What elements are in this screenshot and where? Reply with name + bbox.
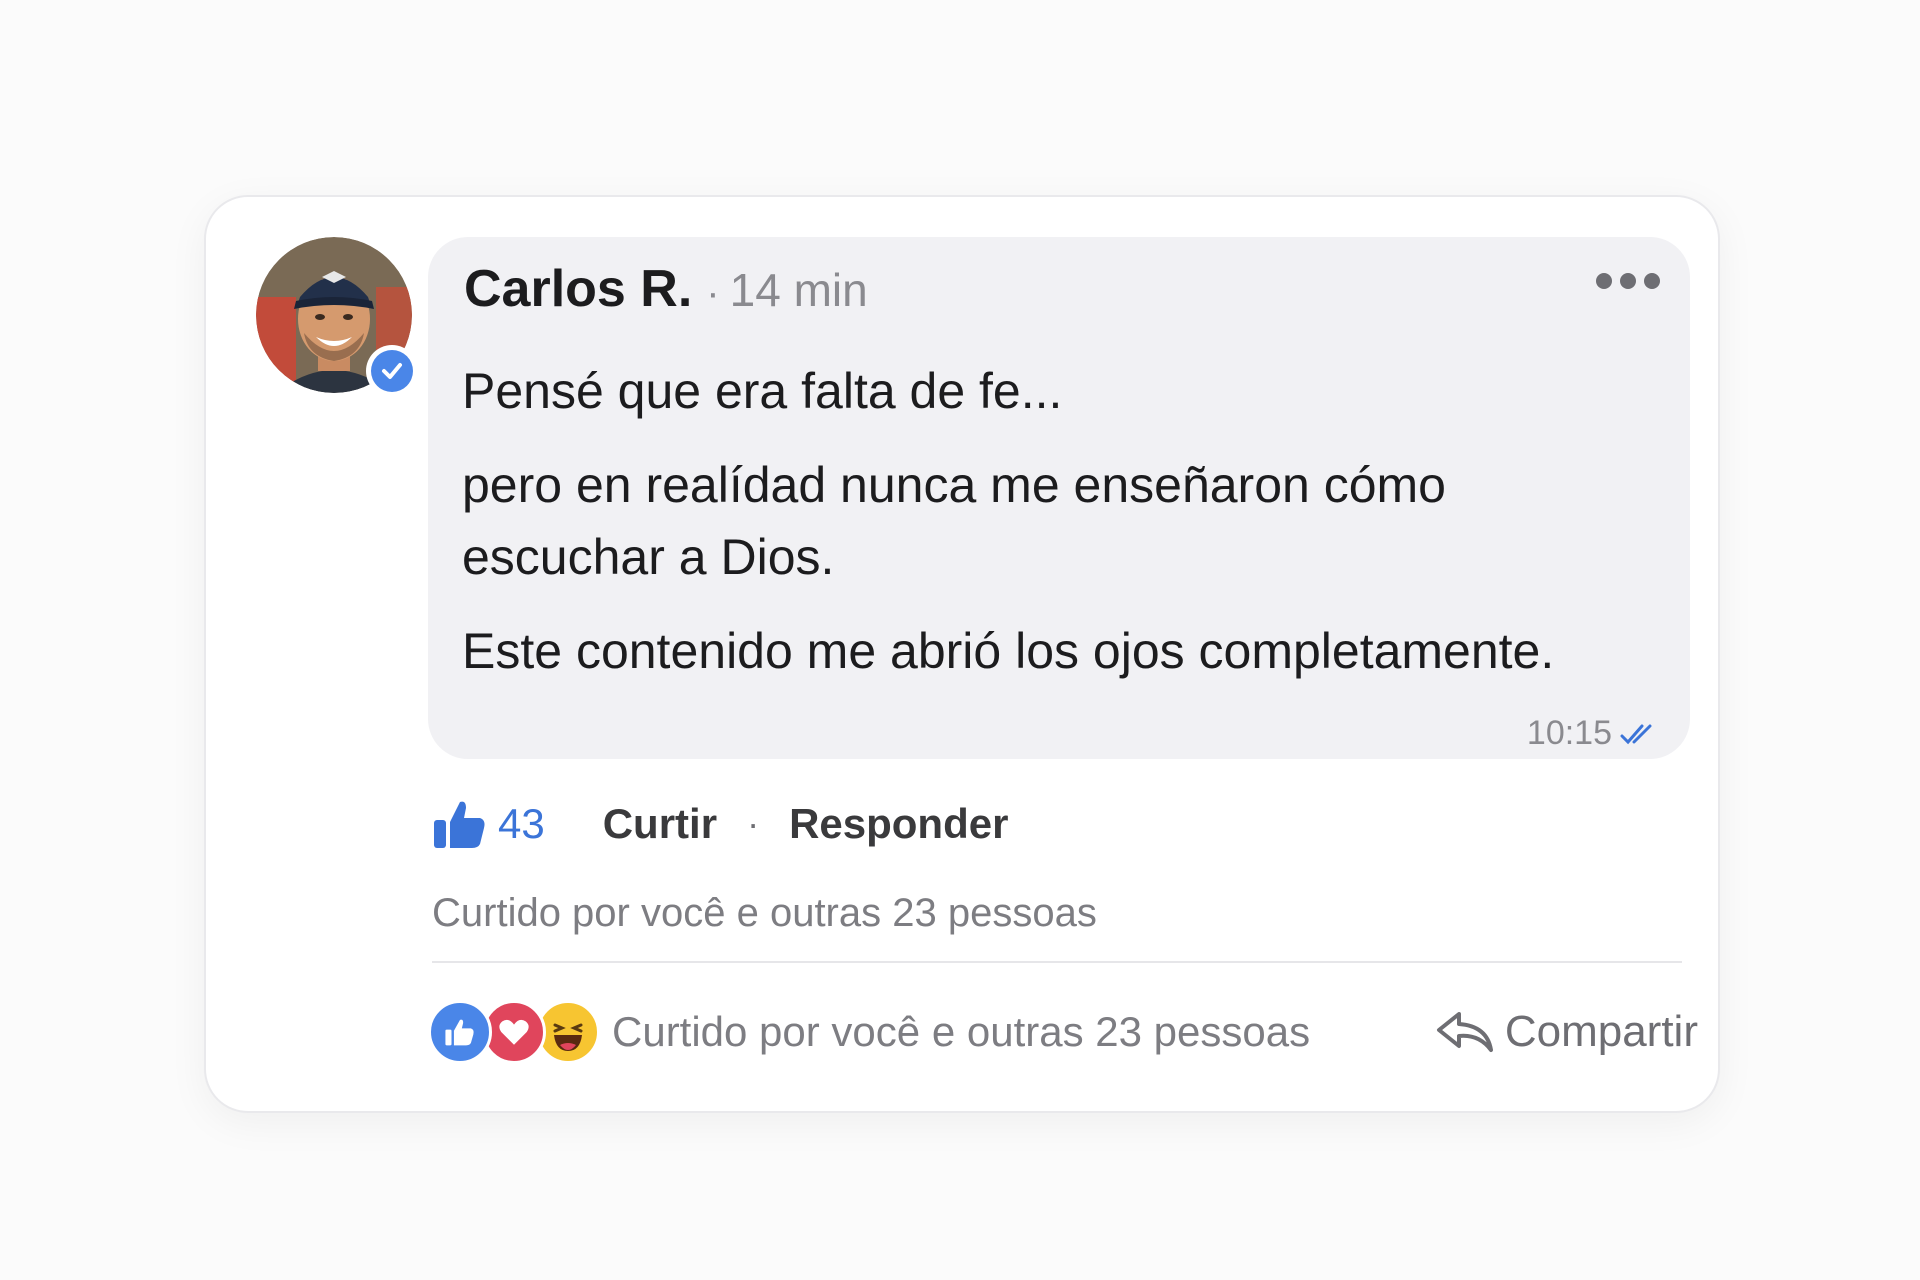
liked-by-text[interactable]: Curtido por você e outras 23 pessoas [432, 891, 1097, 936]
more-options-icon[interactable] [1596, 273, 1660, 289]
share-arrow-icon [1436, 1012, 1493, 1052]
footer-liked-by-text[interactable]: Curtido por você e outras 23 pessoas [612, 1008, 1310, 1056]
divider [432, 961, 1682, 963]
verified-badge [366, 345, 418, 397]
checkmark-icon [382, 363, 402, 379]
header-separator: · [706, 271, 720, 315]
comment-bubble: Carlos R. · 14 min Pensé que era falta d… [428, 237, 1690, 759]
time-ago: 14 min [729, 264, 868, 316]
message-line: pero en realídad nunca me enseñaron cómo… [462, 457, 1446, 585]
comment-actions: 43 Curtir · Responder [432, 789, 1008, 859]
message-line: Pensé que era falta de fe... [462, 363, 1063, 419]
avatar[interactable] [256, 237, 418, 397]
reply-button[interactable]: Responder [789, 800, 1008, 848]
reaction-icons[interactable] [428, 1000, 600, 1064]
thumbs-up-icon [428, 1000, 492, 1064]
share-button[interactable]: Compartir [1435, 1007, 1698, 1057]
message-line: Este contenido me abrió los ojos complet… [462, 623, 1555, 679]
like-button[interactable]: Curtir [603, 800, 717, 848]
double-check-icon [1620, 724, 1652, 744]
reactions-footer: Curtido por você e outras 23 pessoas Com… [428, 987, 1698, 1077]
author-name[interactable]: Carlos R. [464, 259, 692, 319]
thumbs-up-icon[interactable] [432, 796, 488, 852]
comment-header: Carlos R. · 14 min [464, 259, 868, 319]
timestamp-text: 10:15 [1526, 714, 1612, 752]
comment-card: Carlos R. · 14 min Pensé que era falta d… [204, 195, 1720, 1113]
action-separator: · [747, 803, 760, 844]
like-count: 43 [498, 800, 545, 847]
share-label: Compartir [1504, 1007, 1698, 1056]
message-timestamp: 10:15 [1527, 714, 1656, 753]
